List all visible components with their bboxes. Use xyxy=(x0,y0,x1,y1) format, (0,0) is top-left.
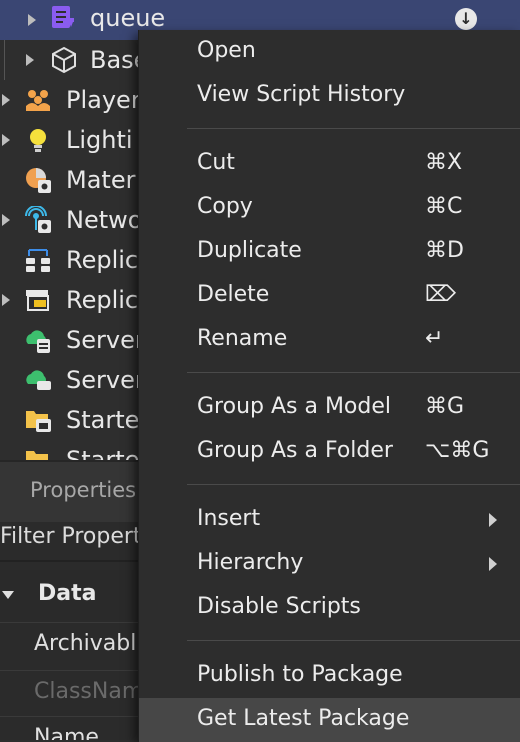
tree-item-label: Mater xyxy=(66,166,136,194)
menu-item-insert[interactable]: Insert xyxy=(139,498,520,542)
menu-item-label: Cut xyxy=(197,150,235,175)
menu-item-disable-scripts[interactable]: Disable Scripts xyxy=(139,586,520,630)
menu-separator xyxy=(187,128,520,129)
menu-item-label: Group As a Folder xyxy=(197,438,393,463)
tree-item-label: Server xyxy=(66,326,145,354)
starter-gui-icon xyxy=(26,411,51,432)
players-icon xyxy=(26,90,50,111)
download-icon[interactable]: ↓ xyxy=(455,8,477,30)
expand-arrow-icon[interactable] xyxy=(28,14,36,26)
menu-item-label: Copy xyxy=(197,194,253,219)
tree-item-label: Replic xyxy=(66,246,139,274)
replicated-first-icon xyxy=(26,249,50,272)
property-label: ClassNam xyxy=(34,679,144,704)
network-client-icon xyxy=(25,206,51,233)
property-label: Archivabl xyxy=(34,631,137,656)
cube-icon xyxy=(52,46,76,74)
menu-item-label: Disable Scripts xyxy=(197,594,361,619)
menu-item-shortcut: ↵ xyxy=(425,326,444,351)
menu-item-shortcut: ⌘C xyxy=(425,194,463,219)
lighting-icon xyxy=(30,129,46,152)
menu-item-label: View Script History xyxy=(197,82,406,107)
menu-item-view-script-history[interactable]: View Script History xyxy=(139,74,520,118)
context-menu: Open View Script History Cut ⌘X Copy ⌘C … xyxy=(138,30,520,742)
expand-arrow-icon[interactable] xyxy=(2,134,10,146)
property-label: Name xyxy=(34,725,99,740)
menu-item-label: Get Latest Package xyxy=(197,706,410,731)
menu-item-label: Publish to Package xyxy=(197,662,403,687)
menu-item-duplicate[interactable]: Duplicate ⌘D xyxy=(139,230,520,274)
tree-item-label: Replic xyxy=(66,286,139,314)
menu-item-delete[interactable]: Delete ⌦ xyxy=(139,274,520,318)
menu-item-publish-to-package[interactable]: Publish to Package xyxy=(139,654,520,698)
menu-item-rename[interactable]: Rename ↵ xyxy=(139,318,520,362)
menu-item-shortcut: ⌦ xyxy=(425,282,457,307)
menu-separator xyxy=(187,372,520,373)
expand-arrow-icon[interactable] xyxy=(2,94,10,106)
filter-placeholder: Filter Propert xyxy=(0,524,142,549)
module-script-icon xyxy=(52,6,74,28)
server-script-service-icon xyxy=(26,330,50,353)
menu-item-shortcut: ⌘X xyxy=(425,150,463,175)
properties-title: Properties xyxy=(30,478,137,502)
menu-item-label: Hierarchy xyxy=(197,550,304,575)
menu-item-open[interactable]: Open xyxy=(139,30,520,74)
menu-item-label: Delete xyxy=(197,282,270,307)
menu-item-shortcut: ⌘G xyxy=(425,394,465,419)
server-storage-icon xyxy=(26,370,51,390)
submenu-arrow-icon xyxy=(489,513,497,527)
expand-arrow-icon[interactable] xyxy=(2,294,10,306)
menu-item-label: Open xyxy=(197,38,256,63)
menu-item-shortcut: ⌘D xyxy=(425,238,464,263)
menu-item-label: Group As a Model xyxy=(197,394,392,419)
menu-item-shortcut: ⌥⌘G xyxy=(425,438,490,463)
menu-item-cut[interactable]: Cut ⌘X xyxy=(139,142,520,186)
expand-arrow-icon[interactable] xyxy=(2,214,10,226)
menu-item-label: Duplicate xyxy=(197,238,302,263)
tree-item-label: Lighti xyxy=(66,126,133,154)
menu-separator xyxy=(187,484,520,485)
menu-item-label: Rename xyxy=(197,326,288,351)
menu-item-copy[interactable]: Copy ⌘C xyxy=(139,186,520,230)
submenu-arrow-icon xyxy=(489,557,497,571)
tree-item-label: Starte xyxy=(66,446,140,460)
menu-item-hierarchy[interactable]: Hierarchy xyxy=(139,542,520,586)
material-service-icon xyxy=(26,168,51,193)
tree-item-label: Server xyxy=(66,366,145,394)
category-label: Data xyxy=(38,581,97,606)
menu-separator xyxy=(187,640,520,641)
menu-item-group-as-folder[interactable]: Group As a Folder ⌥⌘G xyxy=(139,430,520,474)
starter-pack-icon xyxy=(26,451,48,460)
menu-item-label: Insert xyxy=(197,506,261,531)
tree-item-label: Starte xyxy=(66,406,140,434)
collapse-arrow-icon[interactable] xyxy=(2,591,14,599)
menu-item-get-latest-package[interactable]: Get Latest Package xyxy=(139,698,520,742)
tree-item-label: Player xyxy=(66,86,141,114)
tree-item-label: Netwo xyxy=(66,206,143,234)
menu-item-group-as-model[interactable]: Group As a Model ⌘G xyxy=(139,386,520,430)
replicated-storage-icon xyxy=(26,290,49,311)
expand-arrow-icon[interactable] xyxy=(26,54,34,66)
